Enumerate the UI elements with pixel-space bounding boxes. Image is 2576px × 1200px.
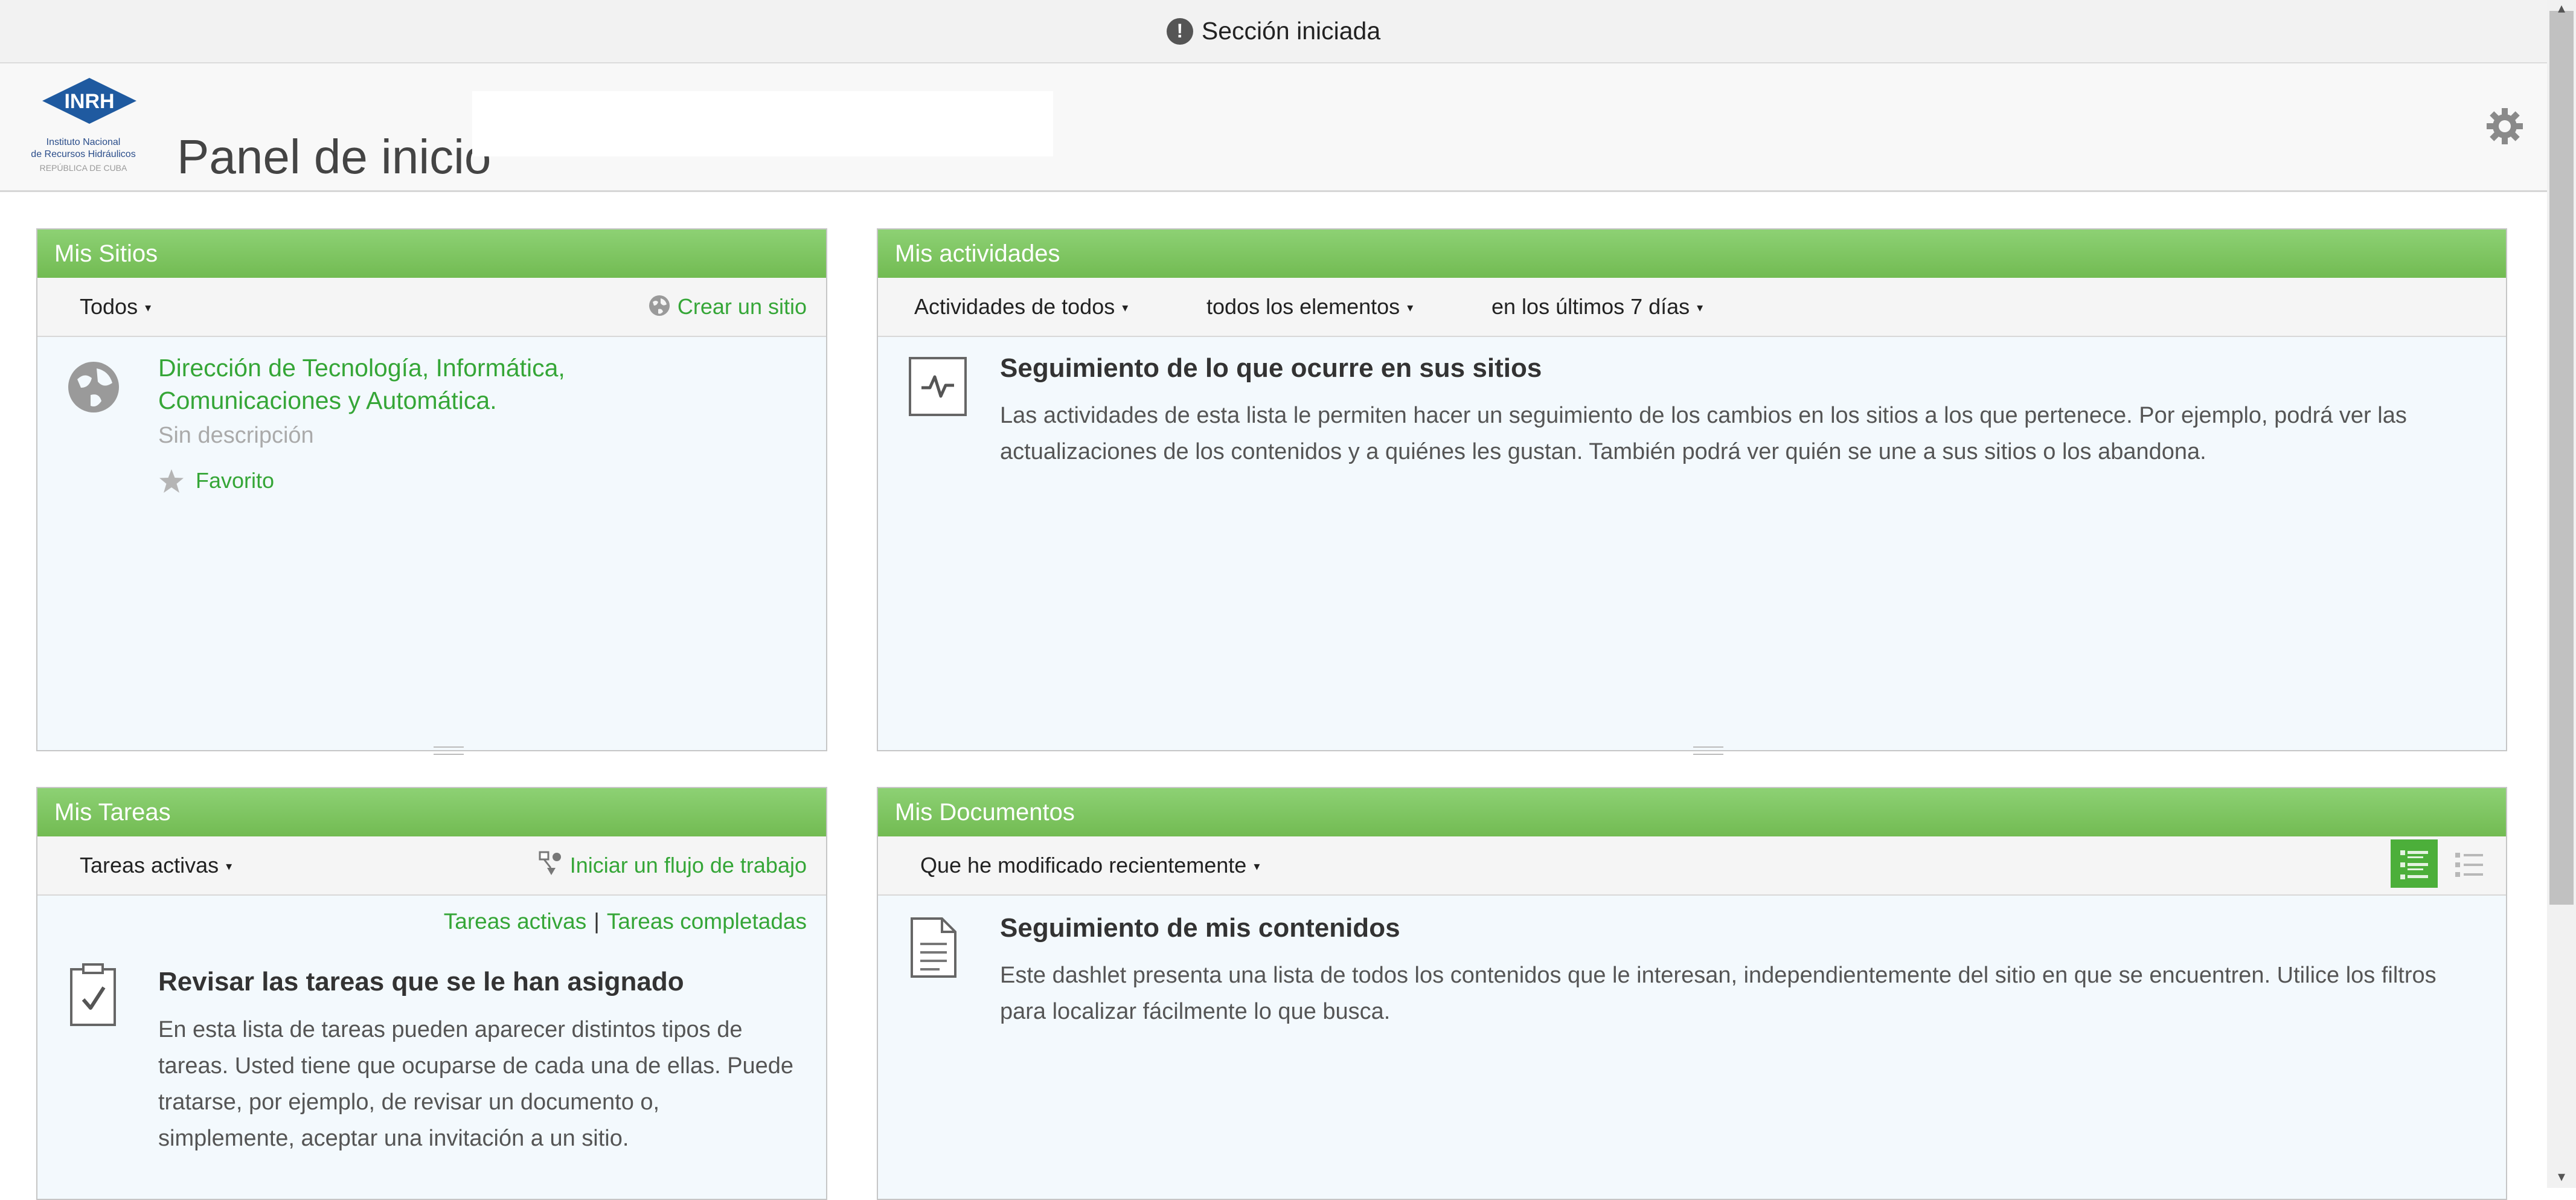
dashlet-my-tasks: Mis Tareas Tareas activas ▾ Iniciar un fl…: [36, 787, 827, 1200]
globe-icon: [649, 295, 670, 316]
favorite-link[interactable]: Favorito: [196, 468, 274, 493]
logo-abbr: INRH: [64, 90, 114, 113]
logo[interactable]: INRH Instituto Nacional de Recursos Hidr…: [11, 77, 156, 179]
activity-who-label: Actividades de todos: [914, 294, 1115, 319]
activities-help-title: Seguimiento de lo que ocurre en sus siti…: [1000, 353, 1542, 383]
notification-text: Sección iniciada: [1201, 17, 1381, 45]
gear-icon[interactable]: [2485, 107, 2524, 146]
link-separator: |: [594, 909, 600, 934]
active-tasks-link[interactable]: Tareas activas: [444, 909, 587, 934]
dashlet-my-activities: Mis actividades Actividades de todos ▾ to…: [877, 228, 2507, 755]
documents-filter-dropdown[interactable]: Que he modificado recientemente ▾: [920, 836, 1260, 894]
tasks-help-text: En esta lista de tareas pueden aparecer …: [158, 1017, 794, 1151]
dashlet-toolbar: Que he modificado recientemente ▾: [878, 836, 2506, 896]
activity-when-dropdown[interactable]: en los últimos 7 días ▾: [1491, 278, 1703, 336]
dashlet-title: Mis Sitios: [37, 229, 826, 278]
activity-pulse-icon: [909, 357, 967, 416]
task-status-links: Tareas activas | Tareas completadas: [444, 909, 807, 934]
logo-diamond-icon: INRH: [42, 78, 136, 124]
dashlet-toolbar: Actividades de todos ▾ todos los elemento…: [878, 278, 2506, 337]
logo-line-1: Instituto Nacional: [46, 137, 121, 147]
simple-list-view-icon[interactable]: [2447, 839, 2494, 888]
activity-what-dropdown[interactable]: todos los elementos ▾: [1206, 278, 1413, 336]
caret-down-icon: ▾: [145, 301, 152, 315]
dashlet-toolbar: Tareas activas ▾ Iniciar un flujo de trab…: [37, 836, 826, 896]
site-description: Sin descripción: [158, 423, 314, 448]
documents-help-title: Seguimiento de mis contenidos: [1000, 913, 1400, 943]
dashlet-my-documents: Mis Documentos Que he modificado recient…: [877, 787, 2507, 1200]
caret-down-icon: ▾: [1697, 301, 1703, 315]
logo-line-3: REPÚBLICA DE CUBA: [39, 163, 127, 173]
clipboard-check-icon: [70, 963, 116, 1026]
completed-tasks-link[interactable]: Tareas completadas: [607, 909, 807, 934]
star-icon[interactable]: [158, 468, 185, 495]
create-site-link[interactable]: Crear un sitio: [647, 278, 807, 336]
create-site-label: Crear un sitio: [677, 294, 807, 319]
title-edit-area: [472, 91, 1053, 156]
detailed-list-view-icon[interactable]: [2391, 839, 2438, 888]
dashlet-title: Mis Documentos: [878, 788, 2506, 836]
tasks-help-title: Revisar las tareas que se le han asignad…: [158, 967, 684, 996]
logo-line-2: de Recursos Hidráulicos: [31, 149, 136, 159]
dashlet-title: Mis Tareas: [37, 788, 826, 836]
notification-bar: ! Sección iniciada: [0, 0, 2547, 63]
dashlet-my-sites: Mis Sitios Todos ▾ Crear un sitio Direcci…: [36, 228, 827, 755]
scroll-down-arrow-icon[interactable]: ▾: [2549, 1169, 2574, 1186]
tasks-filter-label: Tareas activas: [80, 853, 219, 878]
workflow-icon: [539, 851, 561, 875]
documents-help-text: Este dashlet presenta una lista de todos…: [1000, 963, 2437, 1024]
dashlet-toolbar: Todos ▾ Crear un sitio: [37, 278, 826, 337]
document-icon: [911, 917, 956, 978]
site-name-link[interactable]: Dirección de Tecnología, Informática, Co…: [158, 351, 750, 417]
globe-icon: [68, 362, 119, 412]
start-workflow-label: Iniciar un flujo de trabajo: [569, 853, 807, 878]
start-workflow-link[interactable]: Iniciar un flujo de trabajo: [539, 836, 807, 894]
tasks-filter-dropdown[interactable]: Tareas activas ▾: [80, 836, 232, 894]
page-title: Panel de inicio: [177, 129, 492, 184]
sites-filter-dropdown[interactable]: Todos ▾: [80, 278, 151, 336]
sites-filter-label: Todos: [80, 294, 138, 319]
page-header: INRH Instituto Nacional de Recursos Hidr…: [0, 63, 2547, 192]
activity-who-dropdown[interactable]: Actividades de todos ▾: [914, 278, 1128, 336]
resize-handle[interactable]: [434, 746, 464, 755]
exclamation-circle-icon: !: [1166, 18, 1193, 45]
dashlet-title: Mis actividades: [878, 229, 2506, 278]
scrollbar-thumb[interactable]: [2549, 11, 2574, 905]
activities-help-text: Las actividades de esta lista le permite…: [1000, 403, 2407, 464]
scroll-up-arrow-icon[interactable]: ▴: [2549, 0, 2574, 17]
caret-down-icon: ▾: [1254, 860, 1260, 874]
activity-what-label: todos los elementos: [1206, 294, 1400, 319]
caret-down-icon: ▾: [226, 860, 232, 874]
caret-down-icon: ▾: [1122, 301, 1129, 315]
documents-filter-label: Que he modificado recientemente: [920, 853, 1247, 878]
caret-down-icon: ▾: [1407, 301, 1414, 315]
activity-when-label: en los últimos 7 días: [1491, 294, 1690, 319]
resize-handle[interactable]: [1693, 746, 1723, 755]
